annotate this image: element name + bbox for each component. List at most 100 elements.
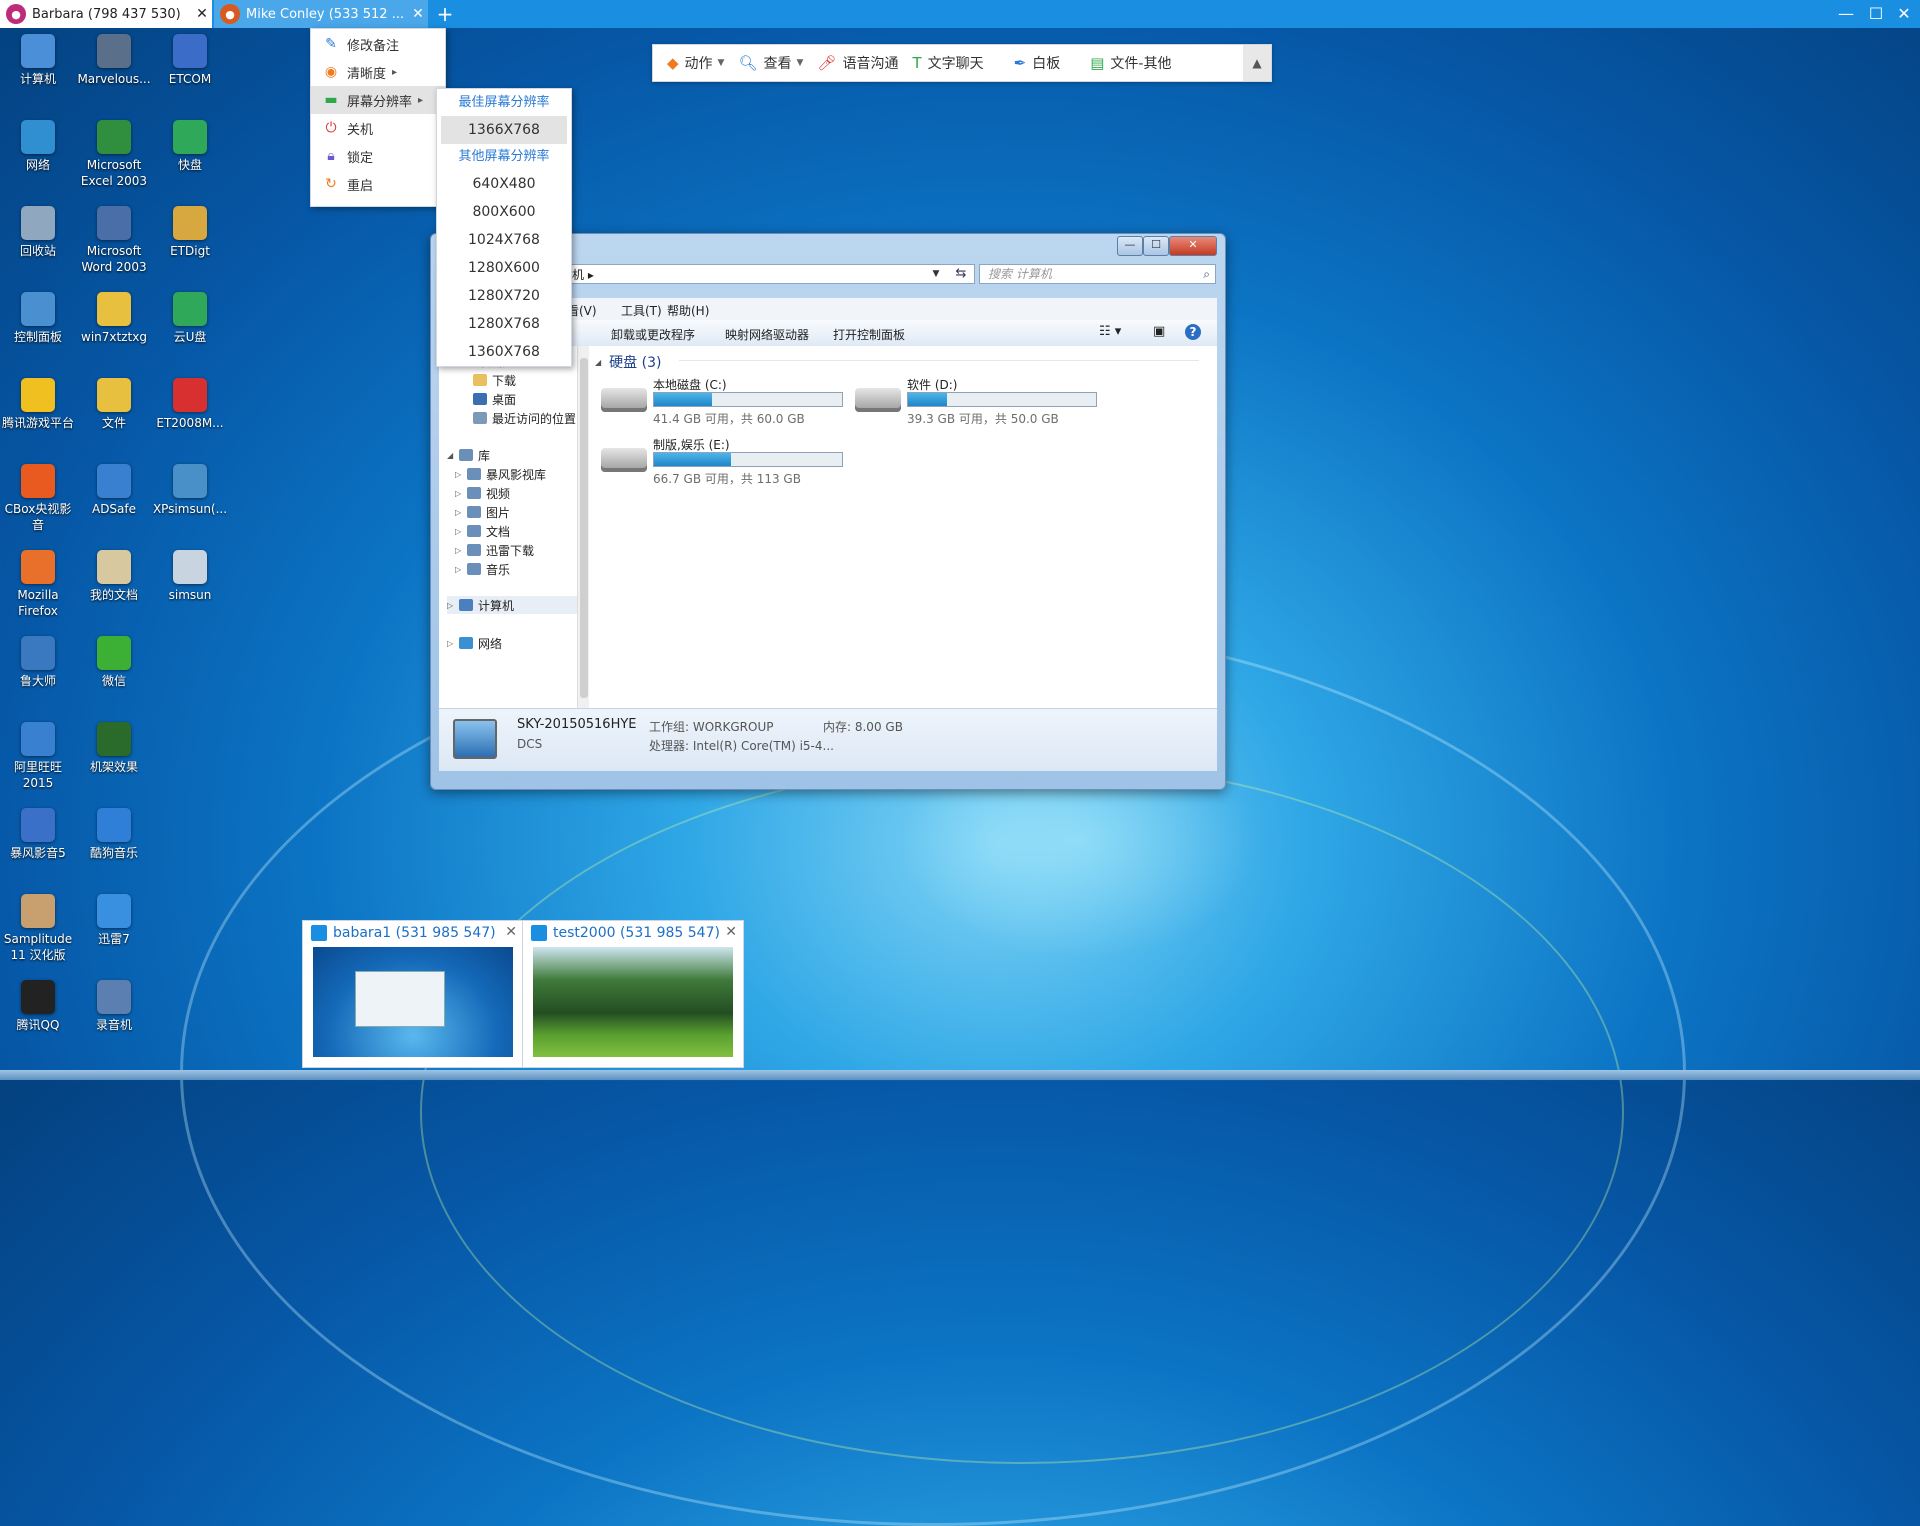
desktop-icon[interactable]: XPsimsun(... (152, 464, 228, 517)
desktop-icon[interactable]: ET2008M... (152, 378, 228, 431)
desktop-icon[interactable]: Samplitude 11 汉化版 (0, 894, 76, 963)
nav-item[interactable]: ▷ 暴风影视库 (455, 465, 546, 483)
collapse-toolbar-button[interactable]: ▲ (1243, 45, 1271, 81)
maximize-icon[interactable]: ☐ (1864, 2, 1888, 26)
resolution-option-best[interactable]: 1366X768 (441, 116, 567, 144)
resolution-option[interactable]: 1360X768 (437, 338, 571, 366)
desktop-icon[interactable]: ETDigt (152, 206, 228, 259)
search-input[interactable]: 搜索 计算机 ⌕ (979, 264, 1216, 284)
refresh-icon[interactable]: ⇆ (947, 264, 975, 284)
expand-icon[interactable]: ▷ (447, 639, 457, 648)
menu-item[interactable]: ▬ 屏幕分辨率 ▸ (311, 86, 445, 114)
open-control-panel-button[interactable]: 打开控制面板 (833, 326, 905, 343)
menu-item[interactable]: 🔒︎ 锁定 (311, 142, 445, 170)
expand-icon[interactable]: ▷ (447, 601, 457, 610)
nav-item[interactable]: ▷ 网络 (447, 634, 502, 652)
desktop-icon[interactable]: ADSafe (76, 464, 152, 517)
drive-item[interactable]: 软件 (D:) 39.3 GB 可用，共 50.0 GB (855, 376, 1105, 428)
close-icon[interactable]: ✕ (408, 6, 428, 22)
desktop-icon[interactable]: 文件 (76, 378, 152, 431)
desktop-icon[interactable]: 回收站 (0, 206, 76, 259)
uninstall-program-button[interactable]: 卸载或更改程序 (611, 326, 695, 343)
desktop-icon[interactable]: 云U盘 (152, 292, 228, 345)
expand-icon[interactable]: ◢ (447, 451, 457, 460)
menu-item[interactable]: ↻ 重启 (311, 170, 445, 198)
help-icon[interactable]: ? (1185, 324, 1201, 340)
close-icon[interactable]: ✕ (192, 6, 212, 22)
desktop-icon[interactable]: 微信 (76, 636, 152, 689)
desktop-icon[interactable]: 阿里旺旺 2015 (0, 722, 76, 791)
nav-item[interactable]: ▷ 文档 (455, 522, 510, 540)
menu-help[interactable]: 帮助(H) (667, 302, 709, 319)
nav-item[interactable]: 下载 (461, 371, 516, 389)
desktop-icon[interactable]: 迅雷7 (76, 894, 152, 947)
add-tab-button[interactable]: + (432, 2, 458, 26)
expand-icon[interactable]: ▷ (455, 470, 465, 479)
session-thumbnail-test2000[interactable]: test2000 (531 985 547) ✕ (522, 920, 744, 1068)
scrollbar-thumb[interactable] (580, 358, 588, 698)
resolution-option[interactable]: 800X600 (437, 198, 571, 226)
nav-item[interactable]: ▷ 视频 (455, 484, 510, 502)
close-icon[interactable]: ✕ (725, 924, 737, 940)
toolbar-button[interactable]: 🔍︎ 查看 ▼ (738, 53, 803, 73)
resolution-option[interactable]: 1280X600 (437, 254, 571, 282)
session-tab-mike-conley[interactable]: ● Mike Conley (533 512 ... ✕ (214, 0, 428, 28)
nav-item[interactable]: 桌面 (461, 390, 516, 408)
desktop-icon[interactable]: 腾讯游戏平台 (0, 378, 76, 431)
toolbar-button[interactable]: T 文字聊天 (912, 53, 983, 73)
desktop-icon[interactable]: Microsoft Word 2003 (76, 206, 152, 275)
chevron-down-icon[interactable]: ▼ (927, 264, 945, 284)
desktop-icon[interactable]: 鲁大师 (0, 636, 76, 689)
nav-item[interactable]: ▷ 计算机 (447, 596, 583, 614)
minimize-icon[interactable]: — (1834, 2, 1858, 26)
toolbar-button[interactable]: ◆ 动作 ▼ (667, 53, 724, 73)
desktop-icon[interactable]: 我的文档 (76, 550, 152, 603)
desktop-icon[interactable]: 暴风影音5 (0, 808, 76, 861)
section-header[interactable]: ◢ 硬盘 (3) (595, 352, 661, 372)
resolution-option[interactable]: 640X480 (437, 170, 571, 198)
session-thumbnail-babara1[interactable]: babara1 (531 985 547) ✕ (302, 920, 524, 1068)
nav-item[interactable]: ▷ 迅雷下载 (455, 541, 534, 559)
desktop-icon[interactable]: 录音机 (76, 980, 152, 1033)
maximize-icon[interactable]: ☐ (1143, 236, 1169, 256)
toolbar-button[interactable]: ▤ 文件-其他 (1090, 53, 1171, 73)
preview-pane-icon[interactable]: ▣ (1153, 324, 1165, 339)
toolbar-button[interactable]: 🎤︎ 语音沟通 (817, 53, 898, 73)
resolution-option[interactable]: 1024X768 (437, 226, 571, 254)
menu-tools[interactable]: 工具(T) (621, 302, 662, 319)
session-tab-barbara[interactable]: ● Barbara (798 437 530) ✕ (0, 0, 212, 28)
desktop-icon[interactable]: Mozilla Firefox (0, 550, 76, 619)
desktop-icon[interactable]: win7xtztxg (76, 292, 152, 345)
desktop-icon[interactable]: simsun (152, 550, 228, 603)
desktop-icon[interactable]: Microsoft Excel 2003 (76, 120, 152, 189)
close-icon[interactable]: ✕ (1169, 236, 1217, 256)
view-options-icon[interactable]: ☷ ▾ (1099, 324, 1121, 339)
desktop-icon[interactable]: ETCOM (152, 34, 228, 87)
drive-item[interactable]: 本地磁盘 (C:) 41.4 GB 可用，共 60.0 GB (601, 376, 851, 428)
desktop-icon[interactable]: 酷狗音乐 (76, 808, 152, 861)
expand-icon[interactable]: ▷ (455, 527, 465, 536)
desktop-icon[interactable]: 计算机 (0, 34, 76, 87)
expand-icon[interactable]: ▷ (455, 489, 465, 498)
nav-item[interactable]: 最近访问的位置 (461, 409, 576, 427)
desktop-icon[interactable]: 控制面板 (0, 292, 76, 345)
resolution-option[interactable]: 1280X720 (437, 282, 571, 310)
desktop-icon[interactable]: 快盘 (152, 120, 228, 173)
expand-icon[interactable]: ▷ (455, 565, 465, 574)
desktop-icon[interactable]: 腾讯QQ (0, 980, 76, 1033)
map-network-drive-button[interactable]: 映射网络驱动器 (725, 326, 809, 343)
close-icon[interactable]: ✕ (1892, 2, 1916, 26)
resolution-option[interactable]: 1280X768 (437, 310, 571, 338)
minimize-icon[interactable]: — (1117, 236, 1143, 256)
expand-icon[interactable]: ▷ (455, 546, 465, 555)
desktop-icon[interactable]: Marvelous... (76, 34, 152, 87)
menu-item[interactable]: ◉ 清晰度 ▸ (311, 58, 445, 86)
nav-item[interactable]: ▷ 音乐 (455, 560, 510, 578)
menu-item[interactable]: ✎ 修改备注 (311, 30, 445, 58)
nav-item[interactable]: ◢ 库 (447, 446, 490, 464)
desktop-icon[interactable]: 机架效果 (76, 722, 152, 775)
expand-icon[interactable]: ▷ (455, 508, 465, 517)
desktop-icon[interactable]: CBox央视影音 (0, 464, 76, 533)
toolbar-button[interactable]: ✒ 白板 (1014, 53, 1061, 73)
desktop-icon[interactable]: 网络 (0, 120, 76, 173)
